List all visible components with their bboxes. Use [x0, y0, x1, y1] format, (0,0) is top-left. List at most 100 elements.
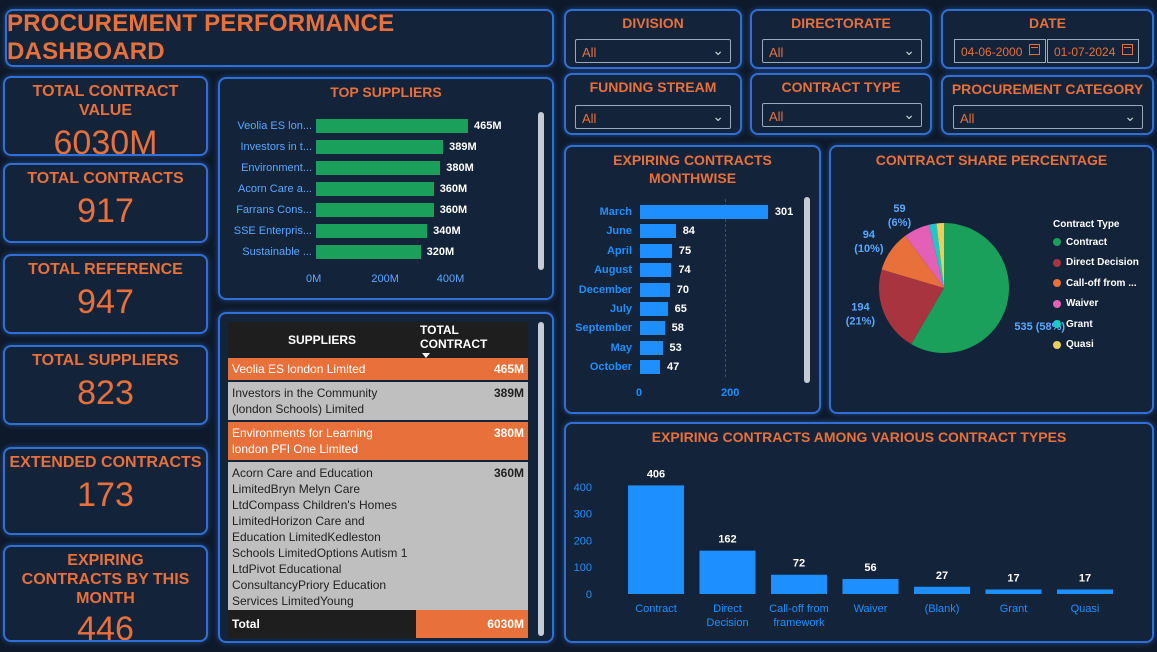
- bar[interactable]: [640, 321, 665, 336]
- legend-item[interactable]: Waiver: [1053, 294, 1139, 315]
- total-cell: 465M: [416, 358, 528, 381]
- directorate-slicer-title: DIRECTORATE: [791, 15, 891, 31]
- sort-descending-icon: [422, 352, 430, 358]
- bar-value-label: 465M: [474, 120, 502, 132]
- division-slicer-title: DIVISION: [622, 15, 684, 31]
- procurement-category-dropdown[interactable]: All ⌄: [953, 105, 1143, 129]
- column-bar[interactable]: [1057, 589, 1113, 594]
- column-bar[interactable]: [842, 579, 899, 594]
- bar[interactable]: [316, 161, 441, 175]
- date-from-input[interactable]: 04-06-2000: [954, 39, 1046, 63]
- month-label: July: [609, 303, 632, 315]
- chevron-down-icon: ⌄: [1124, 108, 1136, 124]
- column-bar[interactable]: [771, 574, 827, 594]
- x-tick-label: Direct Decision: [706, 603, 748, 629]
- legend-dot-icon: [1053, 258, 1061, 267]
- legend-item[interactable]: Grant: [1053, 314, 1139, 335]
- date-from-value: 04-06-2000: [961, 45, 1023, 59]
- expiring-monthwise-scrollbar[interactable]: [804, 197, 810, 383]
- bar[interactable]: [640, 302, 668, 316]
- month-label: June: [606, 225, 632, 238]
- total-label: Total: [228, 610, 416, 638]
- x-tick-label: (Blank): [925, 603, 960, 615]
- bar-label: Acorn Care a...: [238, 183, 312, 195]
- legend-item[interactable]: Call-off from ...: [1053, 273, 1139, 294]
- procurement-category-slicer-title: PROCUREMENT CATEGORY: [951, 81, 1144, 97]
- contract-type-dropdown[interactable]: All ⌄: [762, 103, 922, 127]
- month-label: October: [589, 361, 632, 374]
- directorate-slicer: DIRECTORATE All ⌄: [750, 9, 932, 69]
- total-contract-header-label: TOTAL CONTRACT: [420, 322, 488, 351]
- bar[interactable]: [640, 360, 660, 375]
- kpi-value: 823: [77, 374, 134, 412]
- bar[interactable]: [640, 243, 672, 258]
- bar[interactable]: [640, 282, 670, 297]
- legend-item[interactable]: Direct Decision: [1053, 253, 1139, 274]
- supplier-cell: Veolia ES london Limited: [228, 358, 416, 381]
- legend-label: Grant: [1066, 318, 1093, 330]
- page-title: PROCUREMENT PERFORMANCE DASHBOARD: [7, 10, 395, 65]
- suppliers-table-scrollbar[interactable]: [538, 322, 544, 636]
- total-cell: 389M: [416, 381, 528, 421]
- bar[interactable]: [640, 340, 663, 355]
- column-bar[interactable]: [985, 589, 1042, 594]
- axis-tick-label: 200: [721, 387, 740, 399]
- bar[interactable]: [316, 245, 421, 259]
- bar-label: Sustainable ...: [242, 246, 312, 258]
- calendar-icon[interactable]: [1029, 44, 1040, 55]
- contract-share-panel: CONTRACT SHARE PERCENTAGE 535 (58%) 194 (2…: [829, 145, 1154, 414]
- contract-type-slicer-title: CONTRACT TYPE: [781, 79, 901, 95]
- legend-item[interactable]: Quasi: [1053, 335, 1139, 356]
- gridline: [725, 199, 726, 377]
- column-bar[interactable]: [914, 586, 970, 594]
- calendar-icon[interactable]: [1122, 44, 1133, 55]
- directorate-dropdown[interactable]: All ⌄: [762, 39, 922, 63]
- contract-type-dropdown-value: All: [769, 109, 784, 124]
- y-tick-label: 400: [574, 482, 592, 494]
- bar[interactable]: [640, 263, 672, 278]
- table-row[interactable]: Acorn Care and Education LimitedBryn Mel…: [228, 461, 528, 612]
- total-cell: 380M: [416, 421, 528, 461]
- kpi-extended-contracts: EXTENDED CONTRACTS 173: [3, 447, 208, 535]
- column-header-suppliers[interactable]: SUPPLIERS: [228, 322, 416, 358]
- bar-value-label: 320M: [426, 246, 455, 258]
- axis-tick-label: 400M: [436, 273, 465, 285]
- table-row[interactable]: Environments for Learning london PFI One…: [228, 421, 528, 461]
- bar-label: Investors in t...: [240, 141, 312, 153]
- legend-item[interactable]: Contract: [1053, 232, 1139, 253]
- bar[interactable]: [316, 224, 428, 238]
- top-suppliers-panel: TOP SUPPLIERS Veolia ES lon... 465M Invest…: [218, 77, 554, 300]
- funding-stream-dropdown[interactable]: All ⌄: [575, 105, 731, 129]
- kpi-label: TOTAL SUPPLIERS: [32, 352, 179, 369]
- total-value: 6030M: [416, 610, 528, 638]
- date-to-input[interactable]: 01-07-2024: [1047, 39, 1139, 63]
- bar-value-label: 360M: [439, 204, 468, 216]
- bar[interactable]: [316, 182, 434, 196]
- column-bar[interactable]: [628, 485, 684, 594]
- bar-value-label: 74: [678, 264, 691, 277]
- legend-label: Contract: [1066, 236, 1108, 248]
- top-suppliers-scrollbar[interactable]: [538, 112, 544, 270]
- y-tick-label: 200: [574, 535, 592, 547]
- bar[interactable]: [640, 224, 676, 239]
- kpi-value: 446: [77, 610, 134, 642]
- table-row[interactable]: Investors in the Community (london Schoo…: [228, 381, 528, 421]
- funding-stream-dropdown-value: All: [582, 111, 597, 126]
- bar[interactable]: [316, 119, 469, 133]
- legend-dot-icon: [1053, 279, 1061, 288]
- bar-value-label: 360M: [439, 183, 468, 195]
- date-slicer-title: DATE: [1028, 15, 1067, 31]
- division-dropdown[interactable]: All ⌄: [575, 39, 731, 63]
- month-label: April: [606, 244, 632, 257]
- kpi-value: 6030M: [53, 124, 158, 156]
- column-bar[interactable]: [699, 550, 756, 594]
- table-row[interactable]: Veolia ES london Limited 465M: [228, 358, 528, 381]
- bar[interactable]: [640, 205, 768, 219]
- chevron-down-icon: ⌄: [903, 42, 915, 58]
- bar[interactable]: [316, 203, 434, 217]
- supplier-cell-clip: Acorn Care and Education LimitedBryn Mel…: [232, 466, 408, 608]
- bar[interactable]: [316, 140, 444, 154]
- column-header-total-contract[interactable]: TOTAL CONTRACT: [416, 322, 528, 358]
- column-value-label: 72: [793, 558, 805, 570]
- column-value-label: 17: [1007, 572, 1019, 584]
